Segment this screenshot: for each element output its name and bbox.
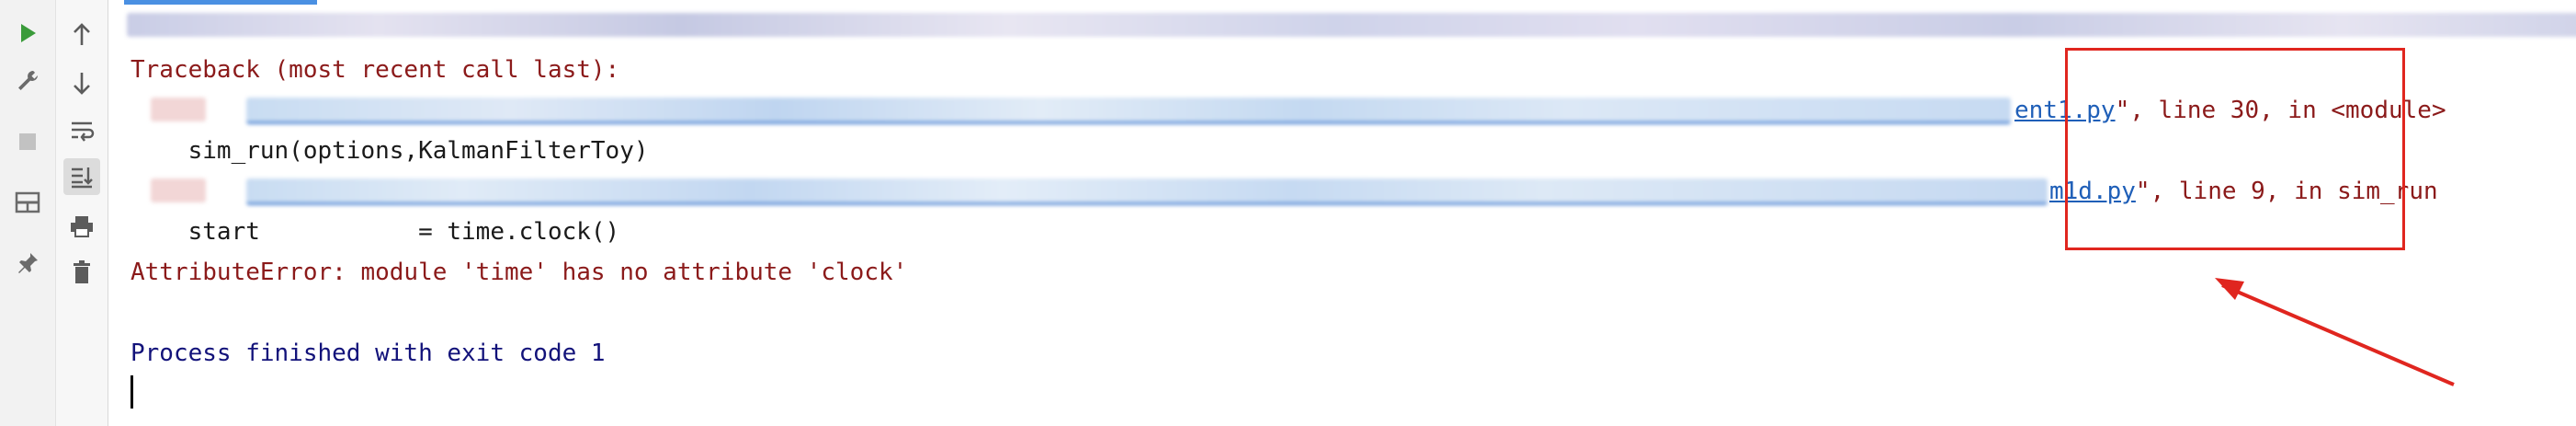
text-cursor	[131, 375, 133, 409]
console-toolbar	[56, 0, 108, 426]
frame1-code: sim_run(options,KalmanFilterToy)	[131, 137, 649, 165]
scroll-down-icon[interactable]	[63, 64, 100, 101]
scroll-to-end-icon[interactable]	[63, 158, 100, 195]
scroll-up-icon[interactable]	[63, 17, 100, 53]
delete-icon[interactable]	[63, 254, 100, 291]
run-icon[interactable]	[9, 15, 46, 52]
redacted-command-line	[127, 13, 2576, 37]
redacted-file-prefix	[151, 98, 206, 121]
wrench-icon[interactable]	[9, 63, 46, 99]
print-icon[interactable]	[63, 208, 100, 245]
redacted-file-link-2[interactable]	[246, 178, 2048, 205]
traceback-header: Traceback (most recent call last):	[131, 56, 620, 84]
redacted-file-prefix	[151, 178, 206, 202]
process-exit-message: Process finished with exit code 1	[131, 340, 606, 367]
soft-wrap-icon[interactable]	[63, 112, 100, 149]
layout-icon[interactable]	[9, 184, 46, 221]
redacted-file-link-1[interactable]	[246, 98, 2011, 124]
stop-icon[interactable]	[9, 123, 46, 160]
highlight-box	[2065, 48, 2405, 250]
pin-icon[interactable]	[9, 245, 46, 282]
run-toolbar	[0, 0, 56, 426]
annotation-arrow	[2215, 278, 2455, 386]
error-message: AttributeError: module 'time' has no att…	[131, 259, 908, 286]
frame2-code: start = time.clock()	[131, 218, 620, 246]
